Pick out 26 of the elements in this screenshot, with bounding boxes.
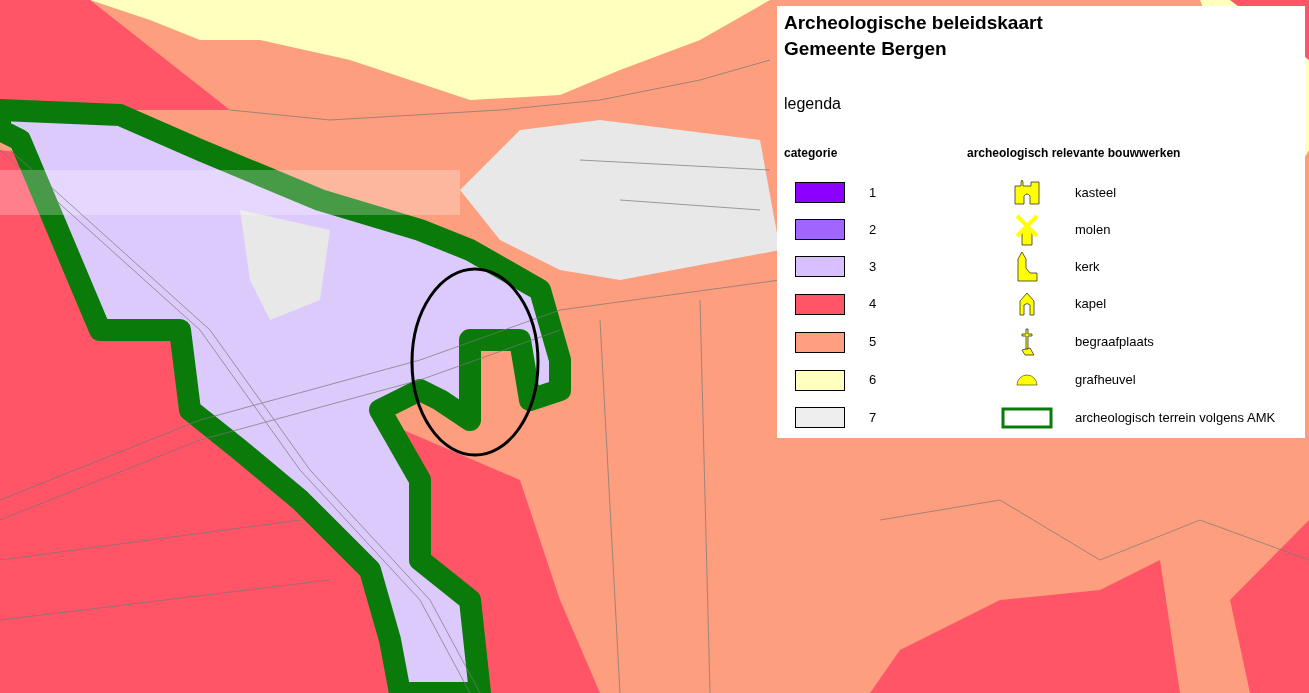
category-label: 3	[869, 257, 877, 276]
chapel-icon	[1018, 292, 1036, 316]
category-label: 6	[869, 371, 877, 390]
category-label: 5	[869, 333, 877, 352]
column-heading: archeologisch relevante bouwwerken	[967, 145, 1181, 162]
cross-icon	[1018, 328, 1036, 356]
windmill-icon	[1014, 213, 1040, 246]
structure-label: kasteel	[1075, 183, 1117, 202]
legend-title: Archeologische beleidskaart	[784, 11, 1043, 35]
structure-label: archeologisch terrein volgens AMK	[1075, 408, 1276, 427]
structure-label: kerk	[1075, 257, 1100, 276]
category-label: 2	[869, 220, 877, 239]
structure-label: kapel	[1075, 295, 1107, 314]
legend-subtitle: Gemeente Bergen	[784, 37, 947, 61]
structure-label: molen	[1075, 220, 1111, 239]
semicircle-icon	[1016, 374, 1038, 386]
column-heading: categorie	[784, 145, 838, 162]
church-icon	[1015, 250, 1039, 283]
outlined-rectangle-icon	[1001, 406, 1053, 429]
category-label: 1	[869, 183, 877, 202]
category-label: 7	[869, 408, 877, 427]
structure-label: begraafplaats	[1075, 333, 1154, 352]
structure-label: grafheuvel	[1075, 371, 1136, 390]
category-label: 4	[869, 295, 877, 314]
castle-icon	[1013, 179, 1041, 206]
legend-heading: legenda	[784, 94, 841, 114]
